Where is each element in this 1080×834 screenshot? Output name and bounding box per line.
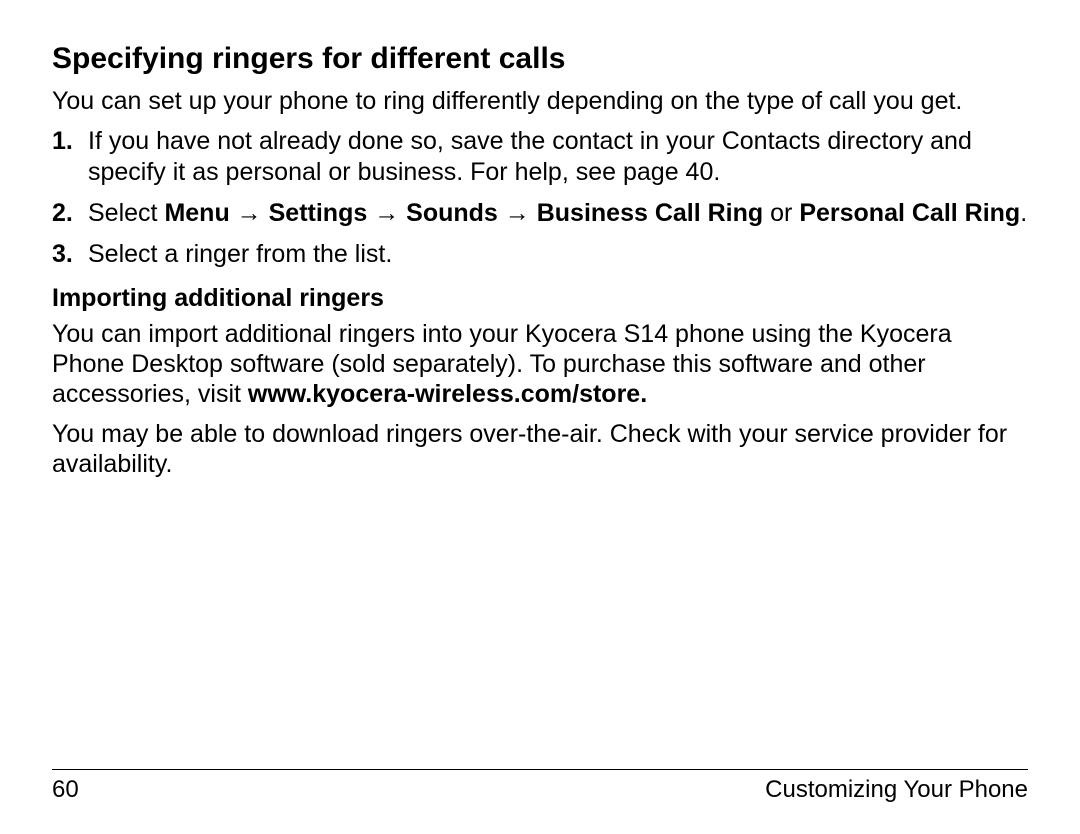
- steps-list: 1. If you have not already done so, save…: [52, 126, 1028, 270]
- intro-paragraph: You can set up your phone to ring differ…: [52, 86, 1028, 116]
- menu-path-item: Menu: [164, 199, 229, 227]
- step-text: Select a ringer from the list.: [88, 240, 392, 268]
- list-item: 1. If you have not already done so, save…: [88, 126, 1028, 188]
- list-item: 2. Select Menu → Settings → Sounds → Bus…: [88, 198, 1028, 229]
- import-paragraph-1: You can import additional ringers into y…: [52, 319, 1028, 409]
- step-text: or: [763, 199, 799, 227]
- step-text: .: [1020, 199, 1027, 227]
- menu-path-item: Settings: [269, 199, 368, 227]
- menu-path-item: Personal Call Ring: [799, 199, 1020, 227]
- url-text: www.kyocera-wireless.com/store.: [248, 380, 647, 408]
- list-item: 3. Select a ringer from the list.: [88, 239, 1028, 270]
- page-number: 60: [52, 776, 79, 804]
- section-heading: Specifying ringers for different calls: [52, 42, 1028, 76]
- subsection-heading: Importing additional ringers: [52, 284, 1028, 313]
- menu-path-item: Business Call Ring: [537, 199, 763, 227]
- import-paragraph-2: You may be able to download ringers over…: [52, 419, 1028, 479]
- arrow-icon: →: [230, 199, 269, 227]
- step-text: Select: [88, 199, 164, 227]
- step-number: 1.: [52, 126, 73, 157]
- arrow-icon: →: [367, 199, 406, 227]
- menu-path-item: Sounds: [406, 199, 498, 227]
- step-text: If you have not already done so, save th…: [88, 127, 972, 186]
- section-name: Customizing Your Phone: [765, 776, 1028, 804]
- step-number: 3.: [52, 239, 73, 270]
- page-footer: 60 Customizing Your Phone: [52, 769, 1028, 804]
- arrow-icon: →: [498, 199, 537, 227]
- step-number: 2.: [52, 198, 73, 229]
